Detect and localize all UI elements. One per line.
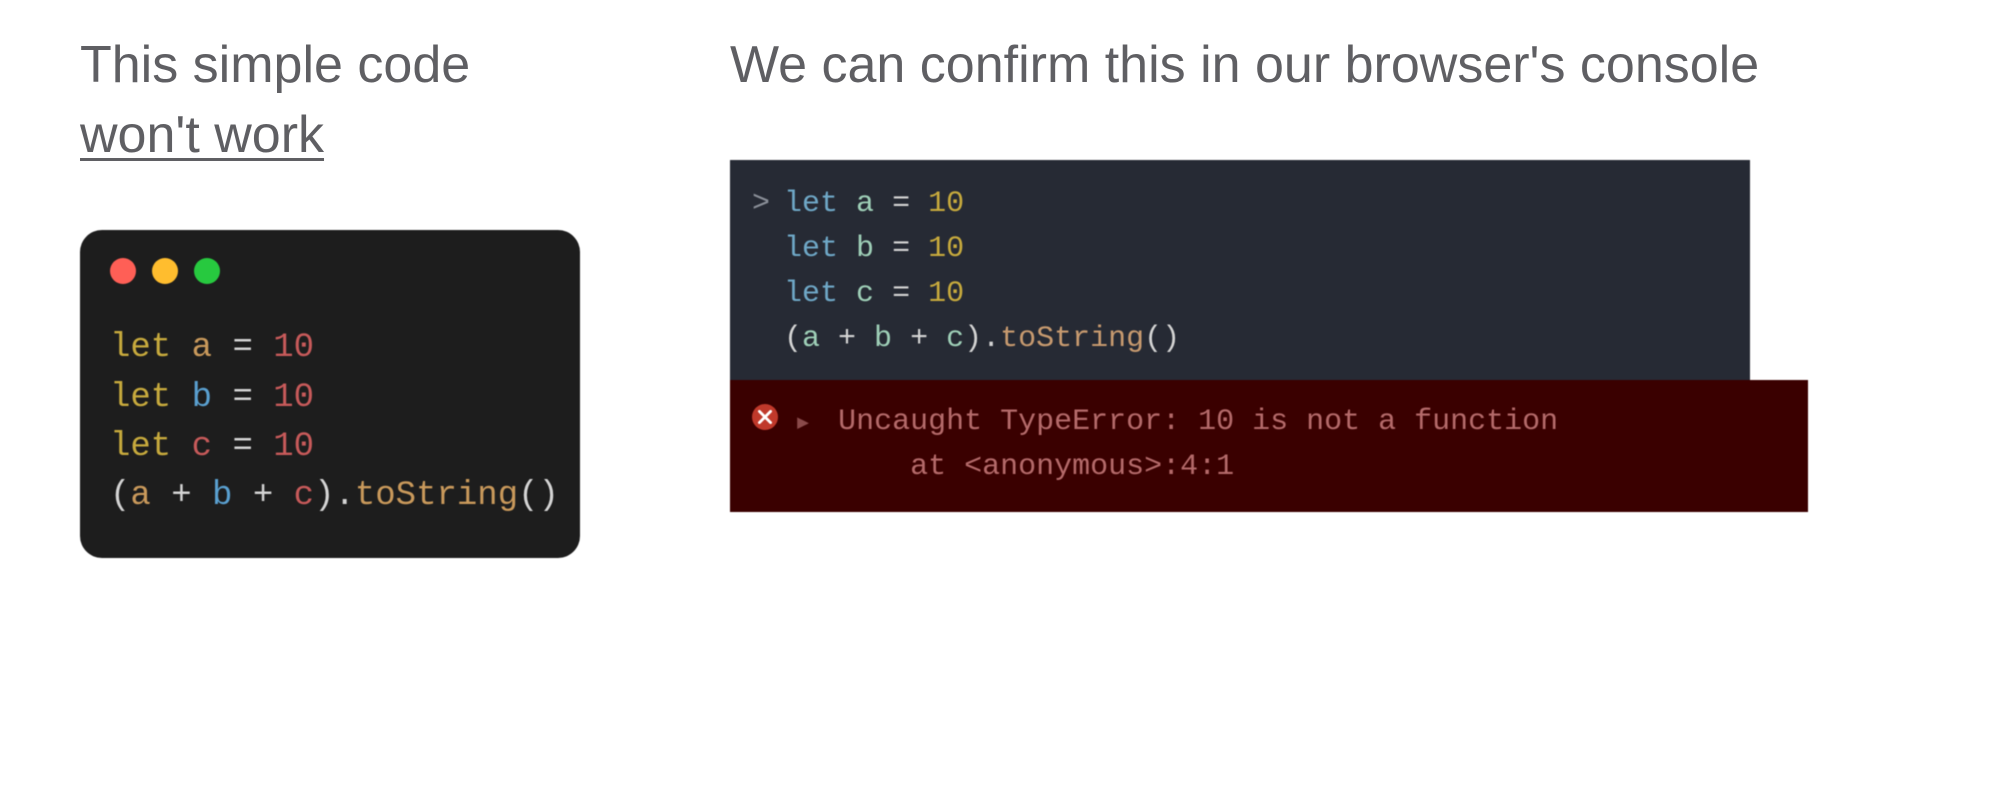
left-column: This simple code won't work let a = 10 l… [80, 30, 560, 558]
identifier-c: c [294, 477, 314, 515]
close-icon [110, 258, 136, 284]
operator-plus: + [892, 322, 946, 356]
left-caption: This simple code won't work [80, 30, 560, 170]
error-icon [752, 404, 778, 430]
identifier-b: b [874, 322, 892, 356]
punctuation: . [334, 477, 354, 515]
identifier-a: a [856, 187, 874, 221]
identifier-c: c [856, 277, 874, 311]
console-error-block: ▸ Uncaught TypeError: 10 is not a functi… [730, 380, 1808, 512]
number-literal: 10 [273, 329, 314, 367]
window-traffic-lights [110, 258, 550, 284]
number-literal: 10 [928, 187, 964, 221]
console-row: > let a = 10 let b = 10 let c = 10 (a + … [752, 182, 1728, 362]
browser-console: > let a = 10 let b = 10 let c = 10 (a + … [730, 160, 1750, 512]
right-column: We can confirm this in our browser's con… [730, 30, 1830, 512]
identifier-b: b [212, 477, 232, 515]
punctuation: . [982, 322, 1000, 356]
keyword-let: let [784, 277, 838, 311]
caption-text-line2-underlined: won't work [80, 106, 324, 164]
identifier-b: b [856, 232, 874, 266]
operator-equals: = [892, 187, 910, 221]
method-name: toString [1000, 322, 1144, 356]
error-line-1: Uncaught TypeError: 10 is not a function [838, 405, 1558, 439]
minimize-icon [152, 258, 178, 284]
punctuation: ( [784, 322, 802, 356]
maximize-icon [194, 258, 220, 284]
keyword-let: let [784, 232, 838, 266]
error-line-2: at <anonymous>:4:1 [838, 450, 1234, 484]
identifier-c: c [192, 428, 212, 466]
keyword-let: let [110, 428, 171, 466]
operator-equals: = [232, 428, 252, 466]
keyword-let: let [784, 187, 838, 221]
identifier-a: a [802, 322, 820, 356]
keyword-let: let [110, 329, 171, 367]
code-editor-window: let a = 10 let b = 10 let c = 10 (a + b … [80, 230, 580, 557]
number-literal: 10 [928, 232, 964, 266]
punctuation: () [518, 477, 559, 515]
console-code: let a = 10 let b = 10 let c = 10 (a + b … [784, 182, 1180, 362]
console-prompt-icon: > [752, 182, 770, 227]
identifier-a: a [130, 477, 150, 515]
operator-plus: + [151, 477, 212, 515]
identifier-c: c [946, 322, 964, 356]
operator-equals: = [892, 232, 910, 266]
number-literal: 10 [273, 379, 314, 417]
right-caption: We can confirm this in our browser's con… [730, 30, 1830, 100]
identifier-b: b [192, 379, 212, 417]
identifier-a: a [192, 329, 212, 367]
number-literal: 10 [928, 277, 964, 311]
number-literal: 10 [273, 428, 314, 466]
operator-equals: = [892, 277, 910, 311]
console-input-block: > let a = 10 let b = 10 let c = 10 (a + … [730, 160, 1750, 380]
operator-equals: = [232, 329, 252, 367]
operator-plus: + [232, 477, 293, 515]
expand-caret-icon[interactable]: ▸ [794, 402, 812, 447]
error-message: Uncaught TypeError: 10 is not a function… [838, 400, 1558, 490]
editor-code-block: let a = 10 let b = 10 let c = 10 (a + b … [110, 324, 550, 521]
punctuation: () [1144, 322, 1180, 356]
keyword-let: let [110, 379, 171, 417]
operator-plus: + [820, 322, 874, 356]
punctuation: ( [110, 477, 130, 515]
caption-text: We can confirm this in our browser's con… [730, 36, 1759, 94]
caption-text-line1: This simple code [80, 36, 470, 94]
punctuation: ) [314, 477, 334, 515]
method-name: toString [355, 477, 518, 515]
punctuation: ) [964, 322, 982, 356]
operator-equals: = [232, 379, 252, 417]
